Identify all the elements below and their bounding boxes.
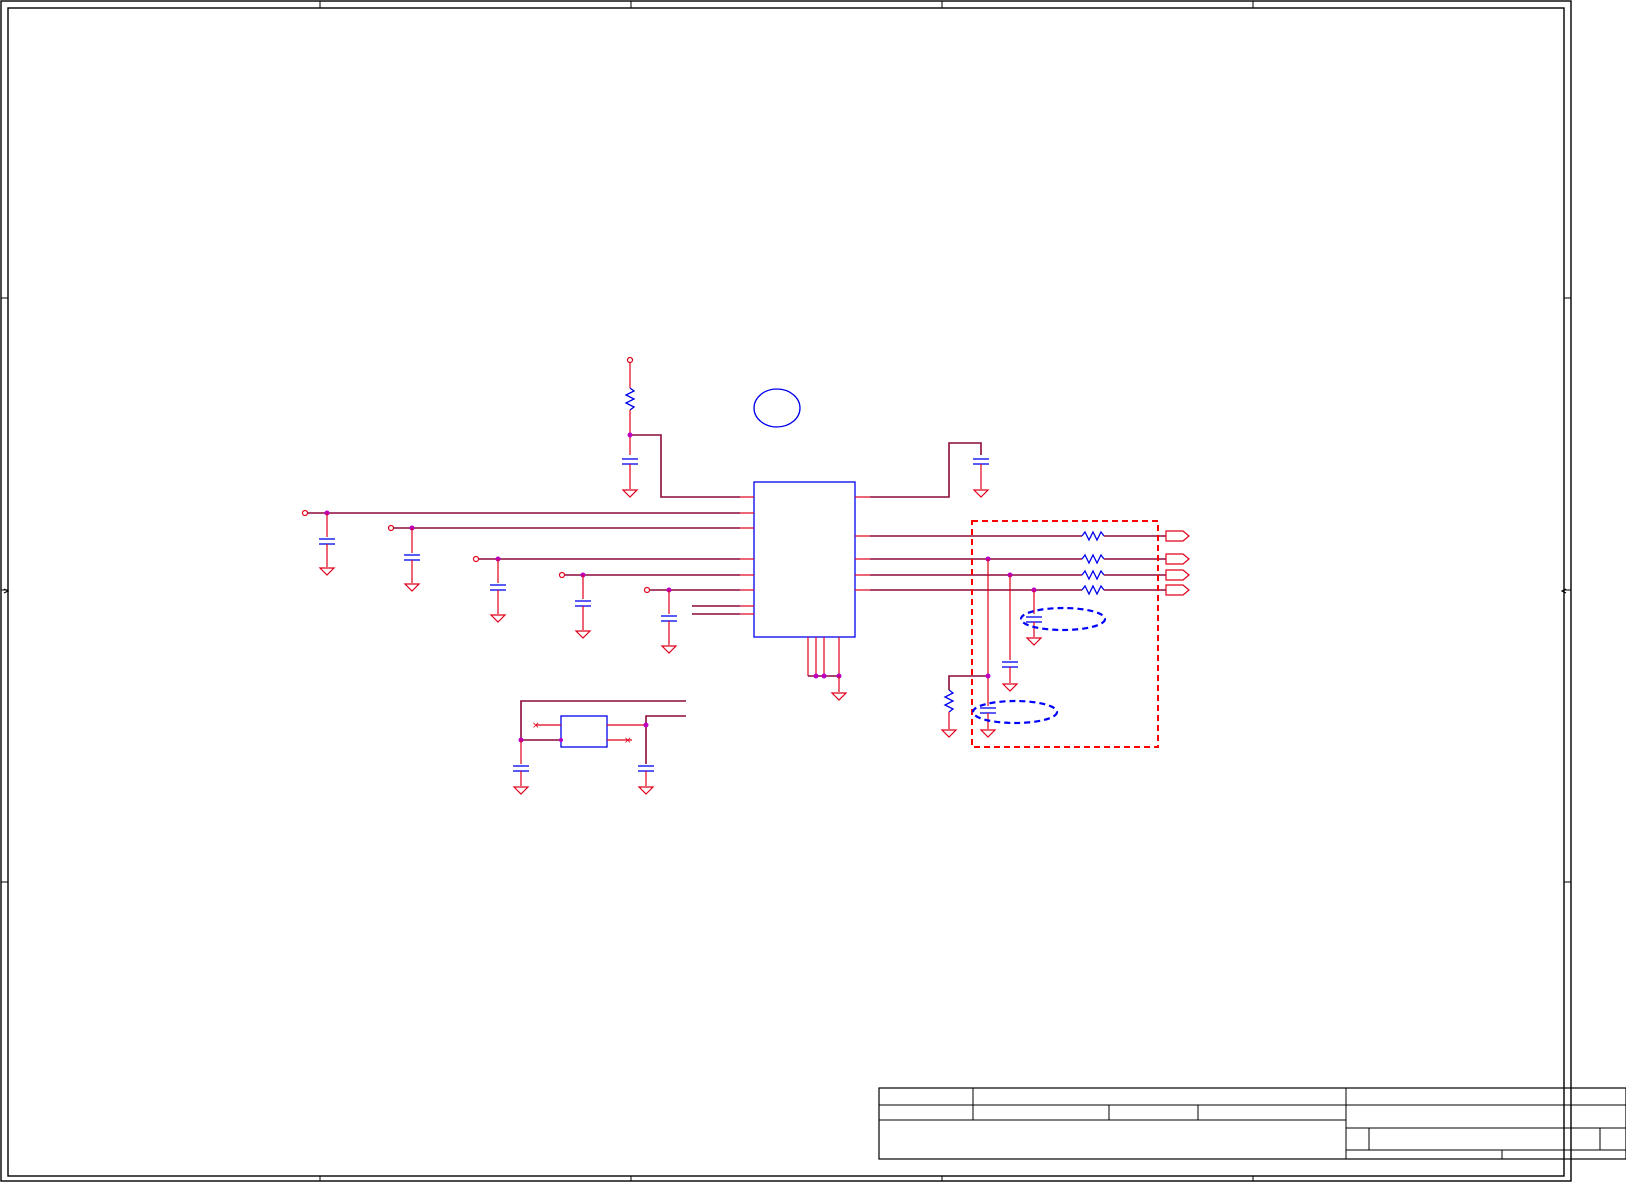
title-block	[878, 1087, 1626, 1160]
port-arrow-icon[interactable]	[1165, 530, 1190, 542]
capacitor-icon[interactable]	[980, 707, 996, 714]
ground-icon	[940, 729, 958, 738]
ground-icon	[637, 786, 655, 795]
junction-dot-icon	[821, 673, 827, 679]
ground-icon	[660, 645, 678, 654]
highlight-ellipse-blue-2	[971, 699, 1059, 725]
power-terminal-icon	[643, 586, 651, 594]
ground-icon	[979, 729, 997, 738]
power-terminal-icon	[387, 524, 395, 532]
capacitor-icon[interactable]	[513, 765, 529, 772]
ground-icon	[1025, 637, 1043, 646]
port-arrow-icon[interactable]	[1165, 584, 1190, 596]
ground-icon	[1001, 683, 1019, 692]
resistor-icon[interactable]	[1081, 584, 1105, 596]
test-point-circle[interactable]	[753, 388, 801, 428]
ground-icon	[574, 630, 592, 639]
no-connect-mark: ×	[624, 736, 632, 746]
output-filter-cap-2	[1001, 575, 1019, 692]
junction-dot-icon	[985, 673, 991, 679]
power-terminal-icon	[301, 509, 309, 517]
capacitor-icon[interactable]	[1002, 661, 1018, 668]
capacitor-icon[interactable]	[1026, 616, 1042, 623]
highlight-ellipse-blue-1	[1019, 606, 1107, 632]
junction-dot-icon	[559, 738, 563, 742]
wire-reset-net	[630, 434, 740, 498]
junction-dot-icon	[643, 722, 649, 728]
output-filter-cap-3	[979, 559, 997, 738]
pullup-resistor-group	[621, 356, 639, 498]
decoupling-cap-right	[972, 458, 990, 498]
output-net-2	[870, 553, 1190, 565]
crystal-subcircuit: × ×	[512, 700, 686, 795]
ic-bottom-ground	[807, 637, 848, 701]
no-connect-mark: ×	[532, 721, 540, 731]
capacitor-icon[interactable]	[319, 538, 335, 545]
ic-left-pins	[740, 496, 754, 615]
main-ic-chip[interactable]	[753, 481, 856, 638]
output-net-1	[870, 530, 1190, 542]
capacitor-icon[interactable]	[622, 458, 638, 465]
capacitor-icon[interactable]	[661, 615, 677, 622]
junction-dot-icon	[813, 673, 819, 679]
ground-icon	[318, 567, 336, 576]
crystal-icon[interactable]	[560, 715, 608, 748]
port-arrow-icon[interactable]	[1165, 569, 1190, 581]
input-net-5	[643, 586, 740, 654]
capacitor-icon[interactable]	[490, 584, 506, 591]
power-terminal-icon	[472, 555, 480, 563]
output-net-4	[870, 584, 1190, 596]
port-arrow-icon[interactable]	[1165, 553, 1190, 565]
highlight-box-red	[971, 520, 1159, 748]
capacitor-icon[interactable]	[638, 765, 654, 772]
ground-icon	[830, 692, 848, 701]
wire-vcap-net	[870, 442, 982, 498]
resistor-icon[interactable]	[1081, 530, 1105, 542]
junction-dot-icon	[627, 432, 633, 438]
resistor-icon[interactable]	[624, 387, 636, 411]
ic-right-pins	[855, 496, 870, 591]
resistor-icon[interactable]	[1081, 569, 1105, 581]
power-terminal-icon	[558, 571, 566, 579]
input-net-1	[301, 509, 740, 576]
power-terminal-icon	[626, 356, 634, 364]
drawing-frame	[0, 0, 1572, 1182]
capacitor-icon[interactable]	[575, 600, 591, 607]
ground-icon	[403, 583, 421, 592]
ground-icon	[972, 489, 990, 498]
edge-markers	[3, 588, 1567, 594]
schematic-sheet: × ×	[0, 0, 1626, 1182]
capacitor-icon[interactable]	[973, 458, 989, 465]
ground-icon	[512, 786, 530, 795]
output-net-3	[870, 569, 1190, 581]
ground-icon	[489, 614, 507, 623]
output-filter-cap-1	[1025, 590, 1043, 646]
capacitor-icon[interactable]	[404, 554, 420, 561]
resistor-icon[interactable]	[943, 689, 955, 713]
resistor-icon[interactable]	[1081, 553, 1105, 565]
ground-icon	[621, 489, 639, 498]
